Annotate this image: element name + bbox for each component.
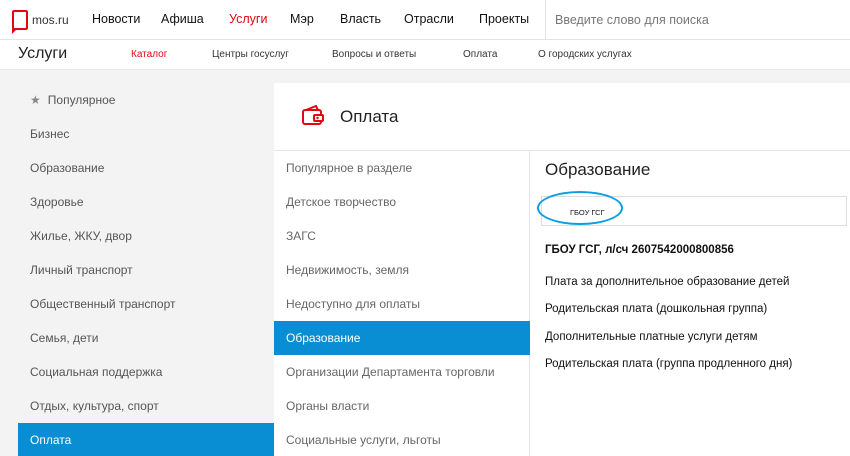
section-title: Оплата (340, 107, 399, 126)
wallet-icon (302, 105, 324, 125)
subcategory-social-benefits[interactable]: Социальные услуги, льготы (274, 423, 530, 456)
category-housing[interactable]: Жилье, ЖКУ, двор (18, 219, 274, 253)
category-leisure[interactable]: Отдых, культура, спорт (18, 389, 274, 423)
nav-industries[interactable]: Отрасли (404, 12, 454, 26)
logo-text: mos.ru (32, 13, 69, 27)
category-social-support[interactable]: Социальная поддержка (18, 355, 274, 389)
subcategory-creativity[interactable]: Детское творчество (274, 185, 530, 219)
site-search-input[interactable] (555, 8, 840, 32)
nav-news[interactable]: Новости (92, 12, 140, 26)
subnav-about-services[interactable]: О городских услугах (538, 49, 632, 60)
subcategory-popular[interactable]: Популярное в разделе (274, 151, 530, 185)
star-icon: ★ (30, 93, 41, 107)
service-link[interactable]: Родительская плата (дошкольная группа) (545, 303, 767, 315)
category-public-transport[interactable]: Общественный транспорт (18, 287, 274, 321)
detail-panel: Образование ГБОУ ГСГ, л/сч 2607542000800… (531, 151, 850, 456)
section-header: Оплата (274, 83, 850, 151)
subcategory-list: Популярное в разделе Детское творчество … (274, 151, 530, 456)
subnav-service-centers[interactable]: Центры госуслуг (212, 49, 289, 60)
category-health[interactable]: Здоровье (18, 185, 274, 219)
service-link[interactable]: Дополнительные платные услуги детям (545, 331, 758, 343)
nav-afisha[interactable]: Афиша (161, 12, 204, 26)
site-logo[interactable]: mos.ru (12, 9, 69, 34)
highlight-annotation (537, 191, 623, 225)
nav-projects[interactable]: Проекты (479, 12, 529, 26)
nav-divider (545, 0, 546, 40)
subcategory-education[interactable]: Образование (274, 321, 530, 355)
subnav-catalog[interactable]: Каталог (131, 49, 167, 60)
detail-title: Образование (545, 160, 651, 179)
subcategory-unavailable[interactable]: Недоступно для оплаты (274, 287, 530, 321)
mosru-logo-icon (12, 10, 28, 34)
subcategory-authorities[interactable]: Органы власти (274, 389, 530, 423)
category-personal-transport[interactable]: Личный транспорт (18, 253, 274, 287)
subcategory-trade-dept[interactable]: Организации Департамента торговли (274, 355, 530, 389)
subnav-faq[interactable]: Вопросы и ответы (332, 49, 416, 60)
category-business[interactable]: Бизнес (18, 117, 274, 151)
subcategory-zags[interactable]: ЗАГС (274, 219, 530, 253)
category-family[interactable]: Семья, дети (18, 321, 274, 355)
category-payment[interactable]: Оплата (18, 423, 274, 456)
service-link[interactable]: Родительская плата (группа продленного д… (545, 358, 792, 370)
service-link[interactable]: Плата за дополнительное образование дете… (545, 276, 789, 288)
subcategory-real-estate[interactable]: Недвижимость, земля (274, 253, 530, 287)
services-subnav: Услуги Каталог Центры госуслуг Вопросы и… (0, 40, 850, 70)
category-popular[interactable]: ★ Популярное (18, 83, 274, 117)
category-label: Популярное (47, 93, 116, 107)
nav-services[interactable]: Услуги (229, 12, 267, 26)
organization-title: ГБОУ ГСГ, л/сч 2607542000800856 (545, 244, 734, 256)
subnav-payment[interactable]: Оплата (463, 49, 497, 60)
nav-government[interactable]: Власть (340, 12, 381, 26)
nav-mayor[interactable]: Мэр (290, 12, 314, 26)
category-education[interactable]: Образование (18, 151, 274, 185)
subnav-title: Услуги (18, 45, 68, 62)
top-navbar: mos.ru Новости Афиша Услуги Мэр Власть О… (0, 0, 850, 40)
category-list: ★ Популярное Бизнес Образование Здоровье … (18, 83, 274, 456)
